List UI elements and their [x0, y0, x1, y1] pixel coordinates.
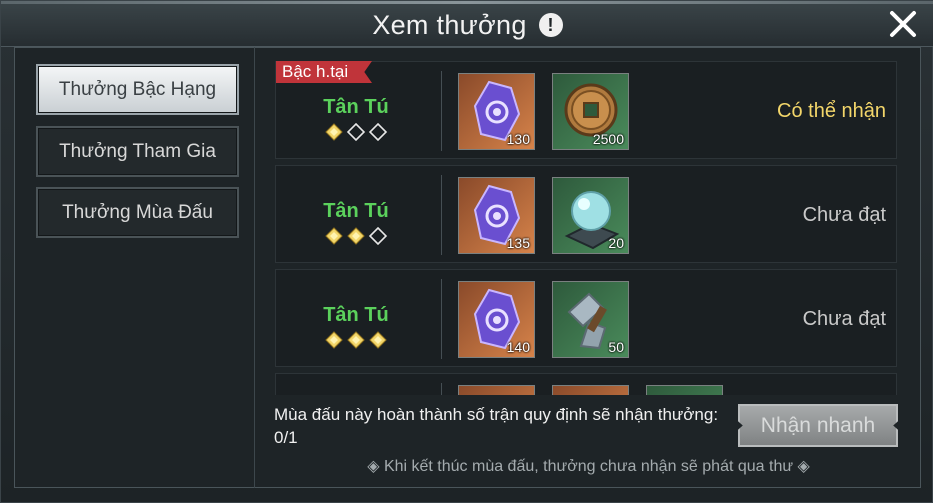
title-bar: Xem thưởng !	[1, 1, 933, 47]
tab-season-rewards[interactable]: Thưởng Mùa Đấu	[36, 187, 239, 238]
rank-name: Tân Tú	[323, 200, 389, 222]
row-divider	[441, 175, 442, 255]
reward-list[interactable]: Bậc h.tại Tân Tú 130 2500 Có thể nhận Tâ…	[273, 61, 899, 395]
season-progress-text: Mùa đấu này hoàn thành số trận quy định …	[274, 405, 719, 447]
item-quantity: 2500	[592, 131, 624, 147]
star-empty-icon	[368, 122, 388, 142]
window-title: Xem thưởng	[372, 10, 527, 40]
mail-note: ◈ Khi kết thúc mùa đấu, thưởng chưa nhận…	[367, 458, 810, 475]
sidebar: Thưởng Bậc Hạng Thưởng Tham Gia Thưởng M…	[15, 47, 255, 488]
reward-row: Bậc h.tại Tân Tú 130 2500 Có thể nhận	[275, 61, 897, 159]
rank-name: Tân Tú	[323, 304, 389, 326]
row-divider	[441, 383, 442, 395]
rank-stars	[276, 122, 436, 142]
reward-item[interactable]: 135	[458, 177, 535, 254]
item-quantity: 130	[506, 131, 530, 147]
reward-item[interactable]: 130	[458, 73, 535, 150]
reward-window: Xem thưởng ! Thưởng Bậc Hạng Thưởng Tham…	[0, 0, 933, 503]
reward-status: Chưa đạt	[802, 204, 886, 226]
row-divider	[441, 71, 442, 151]
title-area: Xem thưởng !	[1, 8, 933, 42]
reward-item[interactable]	[458, 385, 535, 395]
star-filled-icon	[347, 331, 365, 349]
reward-row: Tân Tú 140 50 Chưa đạt	[275, 269, 897, 367]
quick-claim-button[interactable]: Nhận nhanh	[738, 404, 898, 447]
reward-item[interactable]: 2500	[552, 73, 629, 150]
tab-rank-rewards[interactable]: Thưởng Bậc Hạng	[36, 64, 239, 115]
info-icon[interactable]: !	[538, 13, 563, 37]
item-quantity: 135	[506, 235, 530, 251]
reward-item[interactable]	[646, 385, 723, 395]
reward-status: Chưa đạt	[802, 308, 886, 330]
tab-participation-rewards[interactable]: Thưởng Tham Gia	[36, 126, 239, 177]
reward-row	[275, 373, 897, 395]
star-filled-icon	[325, 331, 343, 349]
close-icon[interactable]	[888, 9, 918, 39]
rank-stars	[276, 226, 436, 246]
reward-row: Tân Tú 135 20 Chưa đạt	[275, 165, 897, 263]
reward-item[interactable]: 50	[552, 281, 629, 358]
star-filled-icon	[369, 331, 387, 349]
item-quantity: 50	[608, 339, 624, 355]
star-empty-icon	[368, 226, 388, 246]
star-filled-icon	[347, 227, 365, 245]
item-quantity: 140	[506, 339, 530, 355]
star-empty-icon	[346, 122, 366, 142]
current-rank-tag: Bậc h.tại	[276, 61, 372, 83]
reward-item[interactable]	[552, 385, 629, 395]
reward-item[interactable]: 20	[552, 177, 629, 254]
title-bar-accent	[1, 1, 933, 4]
row-divider	[441, 279, 442, 359]
reward-status[interactable]: Có thể nhận	[777, 100, 886, 123]
rank-name: Tân Tú	[323, 96, 389, 118]
reward-item[interactable]: 140	[458, 281, 535, 358]
item-quantity: 20	[608, 235, 624, 251]
star-filled-icon	[325, 227, 343, 245]
rank-stars	[276, 331, 436, 349]
star-filled-icon	[325, 123, 343, 141]
